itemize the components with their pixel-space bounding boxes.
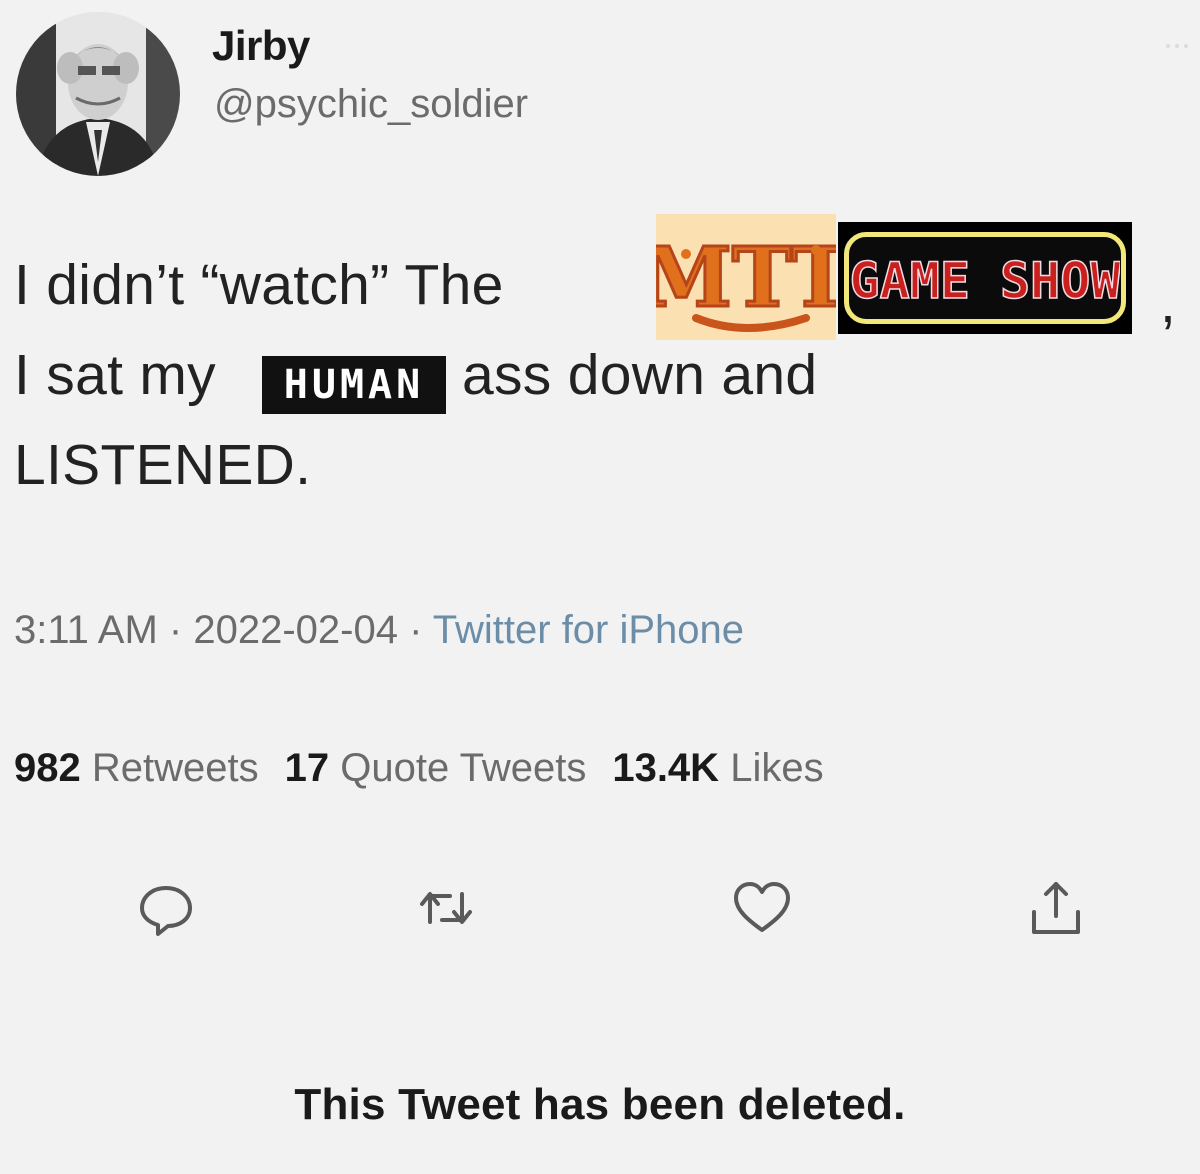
tweet-text-line-2: I sat my	[14, 342, 216, 408]
deleted-tweet-notice: This Tweet has been deleted.	[294, 1080, 906, 1129]
retweets-stat[interactable]: 982 Retweets	[14, 746, 259, 790]
likes-label: Likes	[730, 746, 824, 790]
likes-count: 13.4K	[612, 746, 720, 790]
tweet-text-line-3: LISTENED.	[14, 433, 312, 497]
retweet-button[interactable]	[414, 876, 478, 940]
meta-separator: ·	[157, 608, 194, 652]
display-name[interactable]: Jirby	[212, 22, 310, 70]
human-badge-image: HUMAN	[262, 356, 446, 414]
quote-tweets-label: Quote Tweets	[340, 746, 587, 790]
tweet-source-link[interactable]: Twitter for iPhone	[433, 608, 744, 652]
tweet-text-line-2-end: ass down and	[462, 343, 818, 407]
share-icon	[1032, 882, 1080, 934]
gameshow-logo-text: GAME SHOW	[850, 252, 1120, 310]
more-options-icon[interactable]	[1164, 42, 1190, 50]
gameshow-logo-image: GAME SHOW	[838, 222, 1132, 334]
quote-tweets-stat[interactable]: 17 Quote Tweets	[285, 746, 587, 790]
share-button[interactable]	[1024, 876, 1088, 940]
avatar-photo	[16, 12, 180, 176]
tweet-text-comma: ,	[1160, 271, 1176, 335]
tweet-text-segment: I sat my	[14, 343, 216, 407]
tweet-text-line-1: I didn’t “watch” The	[14, 252, 504, 318]
mtt-logo-text: MTT	[656, 230, 836, 326]
reply-button[interactable]	[134, 876, 198, 940]
tweet-time[interactable]: 3:11 AM	[14, 608, 158, 652]
tweet-date[interactable]: 2022-02-04	[193, 608, 398, 652]
meta-separator: ·	[397, 608, 433, 652]
likes-stat[interactable]: 13.4K Likes	[612, 746, 823, 790]
retweets-label: Retweets	[91, 746, 259, 790]
tweet-stats: 982 Retweets 17 Quote Tweets 13.4K Likes	[14, 746, 824, 791]
tweet-text-segment: I didn’t “watch” The	[14, 253, 504, 317]
like-icon	[734, 882, 790, 932]
reply-icon	[140, 886, 192, 936]
retweet-icon	[420, 892, 472, 924]
mtt-logo-image: MTT	[640, 214, 852, 340]
avatar[interactable]	[16, 12, 180, 176]
like-button[interactable]	[730, 876, 794, 940]
retweets-count: 982	[14, 746, 81, 790]
quote-tweets-count: 17	[284, 746, 330, 790]
tweet-meta: 3:11 AM · 2022-02-04 · Twitter for iPhon…	[14, 608, 744, 653]
user-handle[interactable]: @psychic_soldier	[214, 82, 528, 127]
